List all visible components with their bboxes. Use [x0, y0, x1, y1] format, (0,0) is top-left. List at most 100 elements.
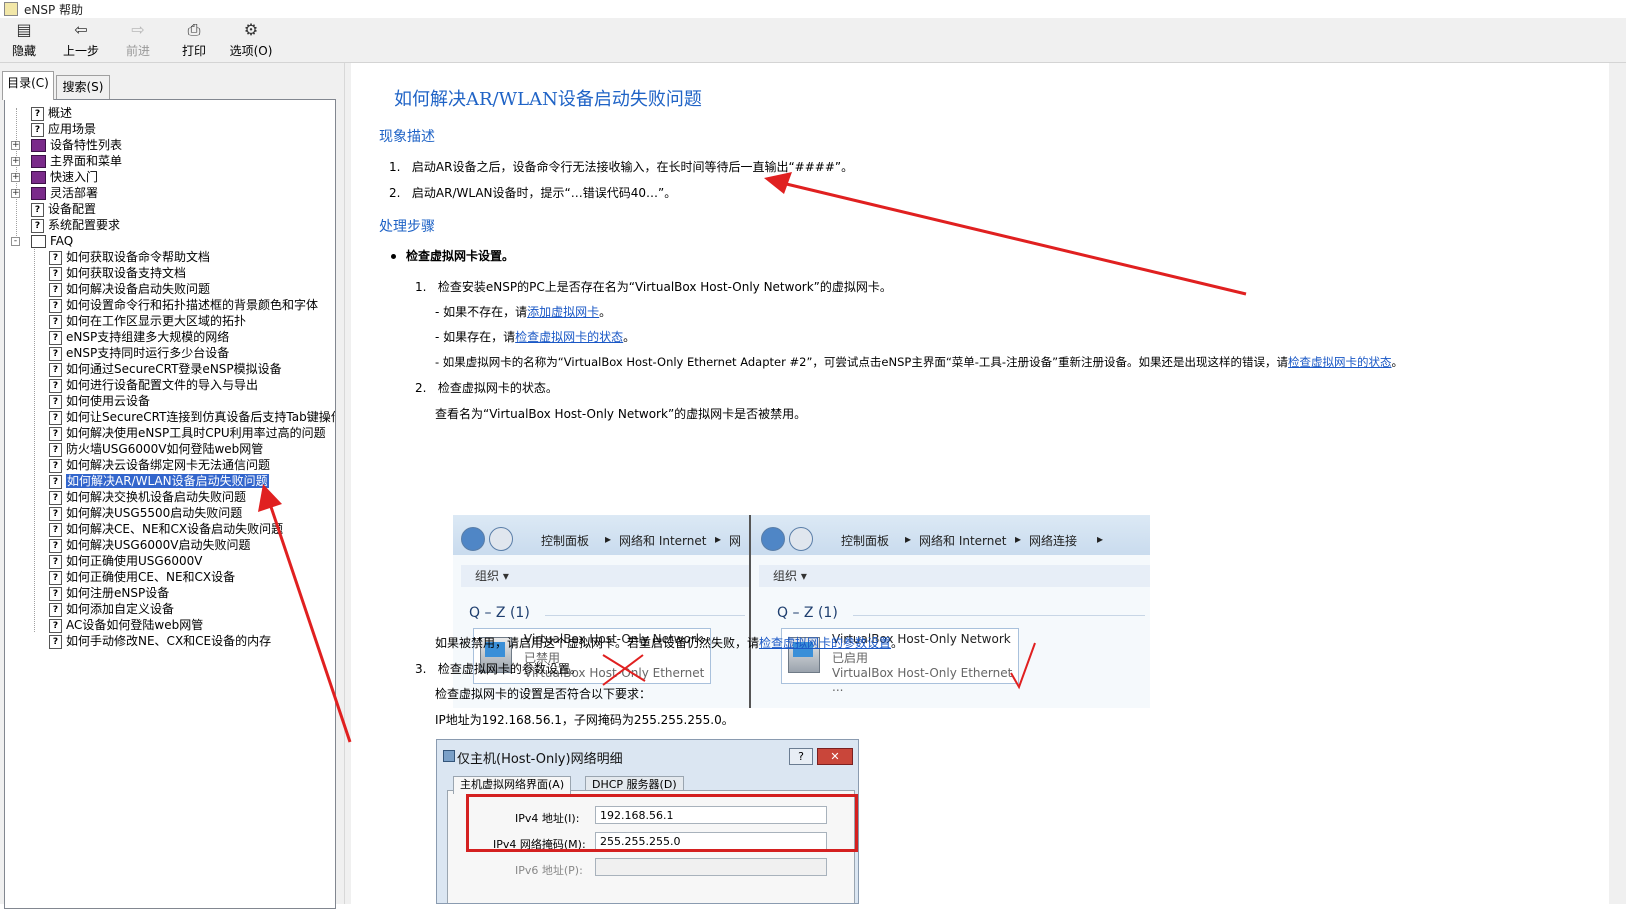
tree-item[interactable]: ? 如何解决AR/WLAN设备启动失败问题	[49, 474, 269, 489]
hide-icon: ▤	[16, 20, 32, 39]
open-book-icon	[31, 235, 46, 248]
tree-item[interactable]: ? 如何解决USG5500启动失败问题	[49, 506, 242, 521]
options-button[interactable]: ⚙ 选项(O)	[228, 21, 274, 59]
tree-item[interactable]: ? AC设备如何登陆web网管	[49, 618, 203, 633]
tree-item[interactable]: ? 如何通过SecureCRT登录eNSP模拟设备	[49, 362, 282, 377]
tab-contents[interactable]: 目录(C)	[2, 71, 54, 100]
dialog-close-button[interactable]: ✕	[817, 748, 853, 765]
forward-button[interactable]: ⇨ 前进	[122, 21, 154, 59]
back-button[interactable]: ⇦ 上一步	[60, 21, 102, 59]
contents-tree[interactable]: ? 概述? 应用场景 + 设备特性列表 + 主界面和菜单 + 快速入门 + 灵活部署? 设备配置? 系统…	[4, 99, 336, 909]
back-arrow-icon: ⇦	[74, 20, 88, 39]
book-icon	[31, 155, 46, 168]
tree-item[interactable]: ? 如何解决交换机设备启动失败问题	[49, 490, 246, 505]
collapse-icon[interactable]: -	[11, 237, 20, 246]
tree-item[interactable]: ? 如何使用云设备	[49, 394, 150, 409]
tree-item[interactable]: ? 如何解决CE、NE和CX设备启动失败问题	[49, 522, 283, 537]
tree-item[interactable]: ? 如何在工作区显示更大区域的拓扑	[49, 314, 246, 329]
tree-item[interactable]: ? 系统配置要求	[31, 218, 120, 233]
book-icon	[31, 139, 46, 152]
tree-item[interactable]: ? 如何正确使用USG6000V	[49, 554, 202, 569]
content-scrollbar[interactable]	[1609, 63, 1626, 904]
tree-item[interactable]: + 主界面和菜单	[11, 154, 122, 169]
ipv6-address-field	[595, 858, 827, 876]
section-symptoms-heading: 现象描述	[379, 129, 435, 145]
tree-item[interactable]: ? 如何获取设备命令帮助文档	[49, 250, 210, 265]
help-page-icon: ?	[49, 363, 62, 377]
help-page-icon: ?	[49, 523, 62, 537]
help-page-icon: ?	[49, 251, 62, 265]
tree-item[interactable]: ? 如何注册eNSP设备	[49, 586, 169, 601]
tree-item[interactable]: + 快速入门	[11, 170, 98, 185]
network-connections-screenshot: 控制面板 ▸ 网络和 Internet ▸ 网 组织 ▾ Q – Z (1) V…	[453, 515, 1150, 708]
expand-icon[interactable]: +	[11, 141, 20, 150]
help-page-icon: ?	[31, 107, 44, 121]
help-page-icon: ?	[31, 219, 44, 233]
help-page-icon: ?	[49, 347, 62, 361]
nav-tabs: 目录(C) 搜索(S)	[0, 71, 344, 100]
tree-item[interactable]: ? 如何进行设备配置文件的导入与导出	[49, 378, 258, 393]
tree-item[interactable]: ? 如何添加自定义设备	[49, 602, 174, 617]
navigation-pane: 目录(C) 搜索(S) ? 概述? 应用场景 + 设备特性列表 + 主界面和菜单 + 快速入门 +…	[0, 63, 344, 909]
symptom-item: 2. 启动AR/WLAN设备时，提示“…错误代码40…”。	[389, 186, 677, 200]
red-check-mark	[1010, 642, 1036, 690]
tree-item[interactable]: ? 如何获取设备支持文档	[49, 266, 186, 281]
dialog-tab[interactable]: 主机虚拟网络界面(A)	[453, 776, 572, 794]
check-adapter-status-link[interactable]: 检查虚拟网卡的状态	[515, 330, 623, 344]
tree-item[interactable]: + 灵活部署	[11, 186, 98, 201]
tree-item[interactable]: + 设备特性列表	[11, 138, 122, 153]
step-heading: 检查虚拟网卡设置。	[406, 249, 515, 263]
red-cross-mark	[602, 654, 646, 686]
step-2-after: 如果被禁用，请启用这个虚拟网卡。若重启设备仍然失败，请检查虚拟网卡的参数设置。	[435, 636, 904, 650]
help-page-icon: ?	[49, 283, 62, 297]
expand-icon[interactable]: +	[11, 189, 20, 198]
step-3: 3. 检查虚拟网卡的参数设置。	[415, 662, 582, 676]
tree-item[interactable]: ? eNSP支持组建多大规模的网络	[49, 330, 229, 345]
tree-item[interactable]: ? 应用场景	[31, 122, 96, 137]
step-1-sub-3: - 如果虚拟网卡的名称为“VirtualBox Host-Only Ethern…	[435, 355, 1404, 369]
help-page-icon: ?	[49, 507, 62, 521]
hide-button[interactable]: ▤ 隐藏	[8, 21, 40, 59]
step-3-desc: 检查虚拟网卡的设置是否符合以下要求：	[435, 687, 652, 701]
step-1-sub-2: - 如果存在，请检查虚拟网卡的状态。	[435, 330, 636, 344]
help-page-icon: ?	[49, 315, 62, 329]
help-page-icon: ?	[49, 635, 62, 649]
dialog-icon	[443, 750, 455, 762]
tree-item[interactable]: ? 如何解决设备启动失败问题	[49, 282, 210, 297]
symptom-item: 1. 启动AR设备之后，设备命令行无法接收输入，在长时间等待后一直输出“####…	[389, 160, 854, 174]
app-icon	[4, 2, 18, 16]
tree-item[interactable]: ? 防火墙USG6000V如何登陆web网管	[49, 442, 263, 457]
step-2: 2. 检查虚拟网卡的状态。	[415, 381, 558, 395]
tab-search[interactable]: 搜索(S)	[56, 75, 110, 100]
help-page-icon: ?	[49, 427, 62, 441]
tree-item[interactable]: ? 如何设置命令行和拓扑描述框的背景颜色和字体	[49, 298, 318, 313]
tree-item[interactable]: ? 如何正确使用CE、NE和CX设备	[49, 570, 235, 585]
tree-item[interactable]: - FAQ	[11, 234, 73, 249]
help-page-icon: ?	[49, 443, 62, 457]
check-adapter-params-link[interactable]: 检查虚拟网卡的参数设置	[759, 636, 891, 650]
tree-item[interactable]: ? 如何解决USG6000V启动失败问题	[49, 538, 250, 553]
tree-item[interactable]: ? 如何解决使用eNSP工具时CPU利用率过高的问题	[49, 426, 326, 441]
step-1-sub-1: - 如果不存在，请添加虚拟网卡。	[435, 305, 612, 319]
help-page-icon: ?	[49, 603, 62, 617]
help-page-icon: ?	[31, 123, 44, 137]
expand-icon[interactable]: +	[11, 157, 20, 166]
check-adapter-status-link-2[interactable]: 检查虚拟网卡的状态	[1288, 355, 1392, 369]
help-page-icon: ?	[49, 571, 62, 585]
help-page-icon: ?	[49, 475, 62, 489]
tree-item[interactable]: ? eNSP支持同时运行多少台设备	[49, 346, 229, 361]
help-page-icon: ?	[49, 267, 62, 281]
print-button[interactable]: ⎙ 打印	[178, 21, 210, 59]
tree-item[interactable]: ? 设备配置	[31, 202, 96, 217]
tree-item[interactable]: ? 如何手动修改NE、CX和CE设备的内存	[49, 634, 271, 649]
dialog-title: 仅主机(Host-Only)网络明细	[457, 752, 623, 767]
add-adapter-link[interactable]: 添加虚拟网卡	[527, 305, 599, 319]
expand-icon[interactable]: +	[11, 173, 20, 182]
toolbar: ▤ 隐藏 ⇦ 上一步 ⇨ 前进 ⎙ 打印 ⚙ 选项(O)	[0, 18, 1626, 63]
help-content: 如何解决AR/WLAN设备启动失败问题 现象描述 1. 启动AR设备之后，设备命…	[351, 63, 1609, 904]
dialog-help-button[interactable]: ?	[789, 748, 813, 765]
help-page-icon: ?	[49, 411, 62, 425]
tree-item[interactable]: ? 如何让SecureCRT连接到仿真设备后支持Tab键操作	[49, 410, 335, 425]
tree-item[interactable]: ? 概述	[31, 106, 72, 121]
tree-item[interactable]: ? 如何解决云设备绑定网卡无法通信问题	[49, 458, 270, 473]
